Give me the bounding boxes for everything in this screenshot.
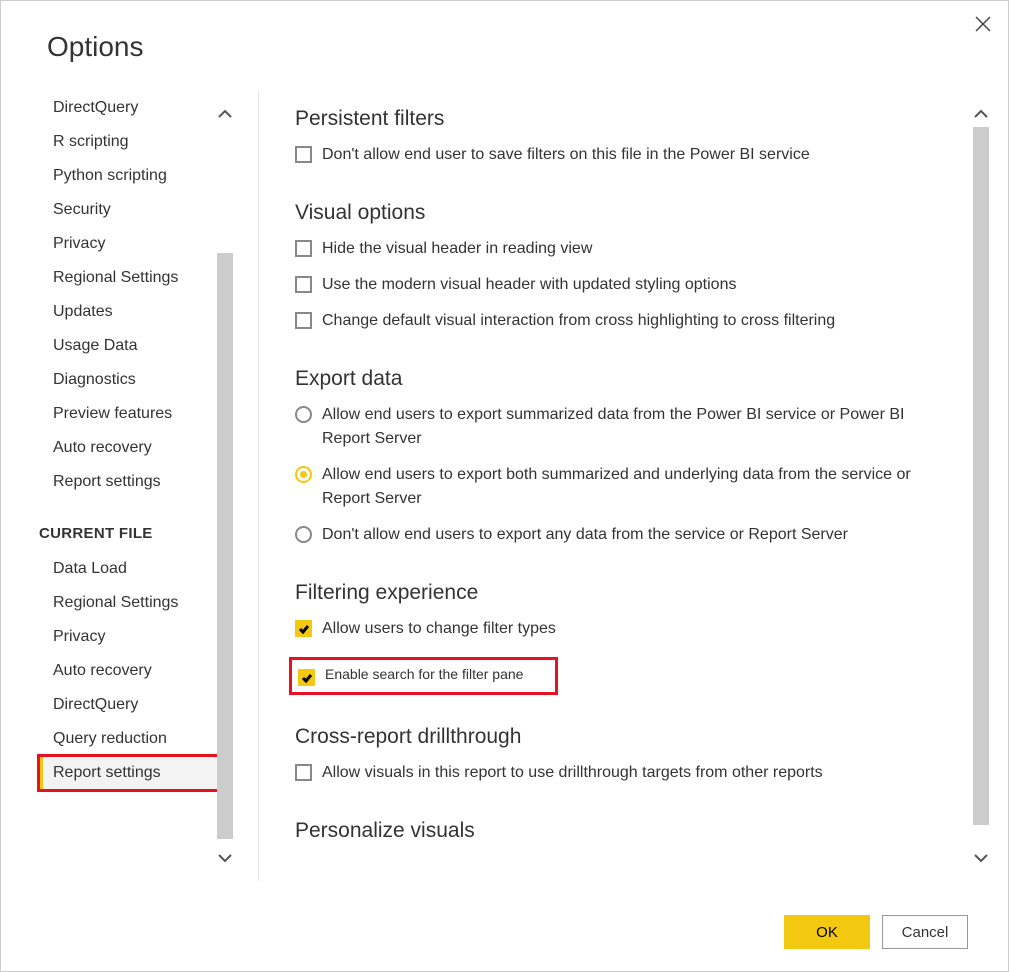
- label-enable-search-filter-pane: Enable search for the filter pane: [325, 666, 523, 682]
- sidebar-item-cf-privacy[interactable]: Privacy: [39, 620, 219, 654]
- main-panel: Persistent filters Don't allow end user …: [259, 91, 1008, 881]
- sidebar-item-r-scripting[interactable]: R scripting: [39, 125, 219, 159]
- sidebar-item-cf-auto-recovery[interactable]: Auto recovery: [39, 654, 219, 688]
- heading-cross-report: Cross-report drillthrough: [295, 725, 964, 749]
- sidebar: DirectQuery R scripting Python scripting…: [1, 91, 259, 881]
- sidebar-item-usage-data[interactable]: Usage Data: [39, 329, 219, 363]
- checkbox-change-filter-types[interactable]: [295, 620, 312, 637]
- cancel-button[interactable]: Cancel: [882, 915, 968, 949]
- sidebar-item-diagnostics[interactable]: Diagnostics: [39, 363, 219, 397]
- checkbox-hide-visual-header[interactable]: [295, 240, 312, 257]
- label-export-summarized: Allow end users to export summarized dat…: [322, 403, 925, 451]
- checkbox-cross-report-drillthrough[interactable]: [295, 764, 312, 781]
- checkbox-persistent-filters[interactable]: [295, 146, 312, 163]
- sidebar-item-report-settings[interactable]: Report settings: [39, 465, 219, 499]
- sidebar-item-security[interactable]: Security: [39, 193, 219, 227]
- chevron-down-icon[interactable]: [966, 841, 996, 875]
- label-persistent-filters: Don't allow end user to save filters on …: [322, 143, 810, 167]
- scrollbar-thumb[interactable]: [217, 253, 233, 839]
- dialog-title: Options: [47, 31, 1008, 63]
- dialog-footer: OK Cancel: [784, 915, 968, 949]
- label-cross-report-drillthrough: Allow visuals in this report to use dril…: [322, 761, 823, 785]
- checkbox-enable-search-filter-pane[interactable]: [298, 669, 315, 686]
- heading-filtering-experience: Filtering experience: [295, 581, 964, 605]
- ok-button[interactable]: OK: [784, 915, 870, 949]
- label-change-filter-types: Allow users to change filter types: [322, 617, 556, 641]
- label-hide-visual-header: Hide the visual header in reading view: [322, 237, 592, 261]
- chevron-up-icon[interactable]: [210, 97, 240, 131]
- chevron-up-icon[interactable]: [966, 97, 996, 131]
- checkbox-modern-visual-header[interactable]: [295, 276, 312, 293]
- chevron-down-icon[interactable]: [210, 841, 240, 875]
- sidebar-item-cf-report-settings[interactable]: Report settings: [39, 756, 219, 790]
- label-export-both: Allow end users to export both summarize…: [322, 463, 925, 511]
- content-area: DirectQuery R scripting Python scripting…: [1, 91, 1008, 881]
- sidebar-item-directquery[interactable]: DirectQuery: [39, 91, 219, 125]
- sidebar-item-auto-recovery[interactable]: Auto recovery: [39, 431, 219, 465]
- sidebar-item-cf-regional-settings[interactable]: Regional Settings: [39, 586, 219, 620]
- heading-visual-options: Visual options: [295, 201, 964, 225]
- heading-personalize-visuals: Personalize visuals: [295, 819, 964, 843]
- sidebar-item-privacy[interactable]: Privacy: [39, 227, 219, 261]
- radio-export-none[interactable]: [295, 526, 312, 543]
- label-modern-visual-header: Use the modern visual header with update…: [322, 273, 736, 297]
- scrollbar-thumb[interactable]: [973, 127, 989, 825]
- sidebar-item-preview-features[interactable]: Preview features: [39, 397, 219, 431]
- heading-persistent-filters: Persistent filters: [295, 107, 964, 131]
- sidebar-scrollbar[interactable]: [210, 91, 240, 881]
- sidebar-item-cf-data-load[interactable]: Data Load: [39, 552, 219, 586]
- label-cross-filtering: Change default visual interaction from c…: [322, 309, 835, 333]
- main-scrollbar[interactable]: [966, 91, 996, 881]
- checkbox-cross-filtering[interactable]: [295, 312, 312, 329]
- highlight-enable-search: Enable search for the filter pane: [289, 657, 558, 695]
- heading-export-data: Export data: [295, 367, 964, 391]
- sidebar-item-cf-directquery[interactable]: DirectQuery: [39, 688, 219, 722]
- sidebar-item-python-scripting[interactable]: Python scripting: [39, 159, 219, 193]
- radio-export-both[interactable]: [295, 466, 312, 483]
- sidebar-item-updates[interactable]: Updates: [39, 295, 219, 329]
- sidebar-item-regional-settings[interactable]: Regional Settings: [39, 261, 219, 295]
- label-export-none: Don't allow end users to export any data…: [322, 523, 848, 547]
- sidebar-item-cf-query-reduction[interactable]: Query reduction: [39, 722, 219, 756]
- radio-export-summarized[interactable]: [295, 406, 312, 423]
- close-icon[interactable]: [974, 15, 992, 33]
